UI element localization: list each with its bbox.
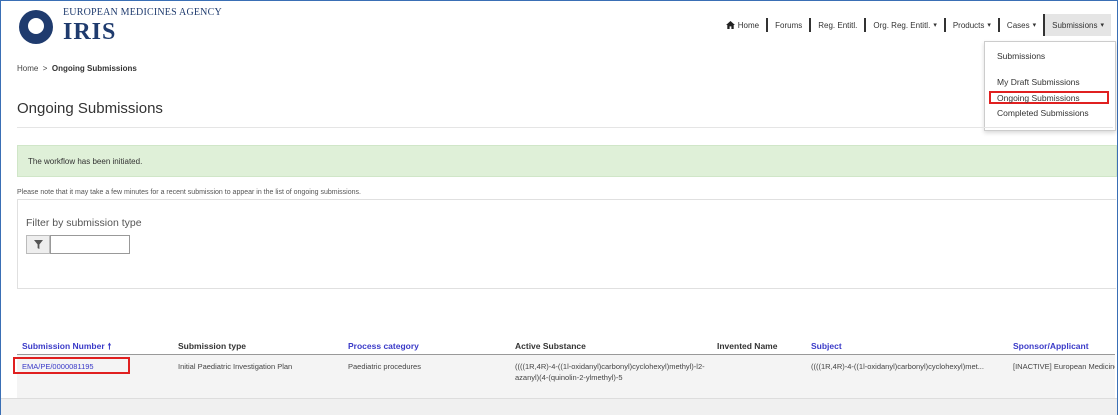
subject-cell: ((((1R,4R)-4-((1l-oxidanyl)carbonyl)cycl… [811, 362, 984, 371]
column-header-subject[interactable]: Subject [811, 341, 842, 351]
breadcrumb-separator: > [42, 64, 48, 73]
sponsor-applicant-cell: [INACTIVE] European Medicines [1013, 362, 1115, 371]
column-header-submission-number[interactable]: Submission Number 🠕 [22, 341, 111, 355]
horizontal-scrollbar[interactable] [1, 398, 1117, 415]
breadcrumb-current: Ongoing Submissions [51, 64, 137, 73]
filter-label: Filter by submission type [26, 217, 142, 229]
agency-name: EUROPEAN MEDICINES AGENCY [63, 7, 222, 18]
menu-item-ongoing-submissions[interactable]: Ongoing Submissions [997, 93, 1080, 103]
highlight-box [13, 357, 130, 374]
filter-input[interactable] [50, 235, 130, 254]
info-note: Please note that it may take a few minut… [17, 189, 361, 196]
nav-forums-label: Forums [775, 20, 803, 30]
nav-forums[interactable]: Forums [766, 18, 809, 32]
nav-home-label: Home [737, 20, 760, 30]
nav-submissions-label: Submissions [1052, 20, 1098, 30]
submissions-dropdown-menu: Submissions My Draft Submissions Ongoing… [984, 41, 1116, 131]
chevron-down-icon: ▾ [1032, 22, 1037, 29]
nav-reg-entitl[interactable]: Reg. Entitl. [809, 18, 864, 32]
app-name: IRIS [63, 19, 117, 45]
filter-panel: Filter by submission type [17, 199, 1116, 289]
alert-message: The workflow has been initiated. [28, 157, 143, 166]
nav-cases[interactable]: Cases ▾ [997, 18, 1043, 32]
column-header-label: Submission Number [22, 341, 105, 351]
table-row[interactable]: EMA/PE/0000081195 Initial Paediatric Inv… [17, 355, 1115, 398]
column-header-invented-name: Invented Name [717, 341, 778, 351]
divider [17, 127, 1113, 128]
process-category-cell: Paediatric procedures [348, 362, 421, 371]
menu-item-completed-submissions[interactable]: Completed Submissions [997, 108, 1089, 118]
sort-ascending-icon: 🠕 [107, 341, 112, 351]
success-alert: The workflow has been initiated. [17, 145, 1117, 177]
breadcrumb-home[interactable]: Home [17, 64, 38, 73]
column-header-submission-type: Submission type [178, 341, 247, 351]
chevron-down-icon: ▾ [933, 22, 937, 29]
column-header-active-substance: Active Substance [515, 341, 586, 351]
ema-emblem-icon [19, 10, 53, 44]
column-header-process-category[interactable]: Process category [348, 341, 419, 351]
submission-type-cell: Initial Paediatric Investigation Plan [178, 362, 293, 371]
app-window: EUROPEAN MEDICINES AGENCY IRIS Home Foru… [0, 0, 1118, 415]
top-navigation: Home Forums Reg. Entitl. Org. Reg. Entit… [719, 14, 1111, 36]
page-title: Ongoing Submissions [17, 100, 163, 117]
ema-logo[interactable]: EUROPEAN MEDICINES AGENCY IRIS [15, 7, 315, 47]
menu-item-submissions[interactable]: Submissions [997, 51, 1045, 61]
filter-icon [33, 240, 43, 249]
nav-products-label: Products [952, 20, 985, 30]
chevron-down-icon: ▾ [987, 22, 991, 29]
table-header: Submission Number 🠕 Submission type Proce… [17, 341, 1115, 354]
nav-org-reg-entitl-label: Org. Reg. Entitl. [873, 20, 931, 30]
menu-item-my-draft-submissions[interactable]: My Draft Submissions [997, 77, 1080, 87]
filter-button[interactable] [26, 235, 50, 254]
active-substance-cell: ((((1R,4R)-4-((1l-oxidanyl)carbonyl)cycl… [515, 362, 705, 382]
chevron-down-icon: ▾ [1100, 22, 1104, 29]
nav-reg-entitl-label: Reg. Entitl. [818, 20, 858, 30]
home-icon [725, 21, 735, 29]
nav-cases-label: Cases [1006, 20, 1030, 30]
nav-submissions[interactable]: Submissions ▾ [1043, 14, 1111, 36]
nav-home[interactable]: Home [719, 18, 766, 32]
nav-org-reg-entitl[interactable]: Org. Reg. Entitl. ▾ [864, 18, 943, 32]
nav-products[interactable]: Products ▾ [943, 18, 998, 32]
column-header-sponsor-applicant[interactable]: Sponsor/Applicant [1013, 341, 1089, 351]
breadcrumb: Home > Ongoing Submissions [17, 64, 137, 73]
